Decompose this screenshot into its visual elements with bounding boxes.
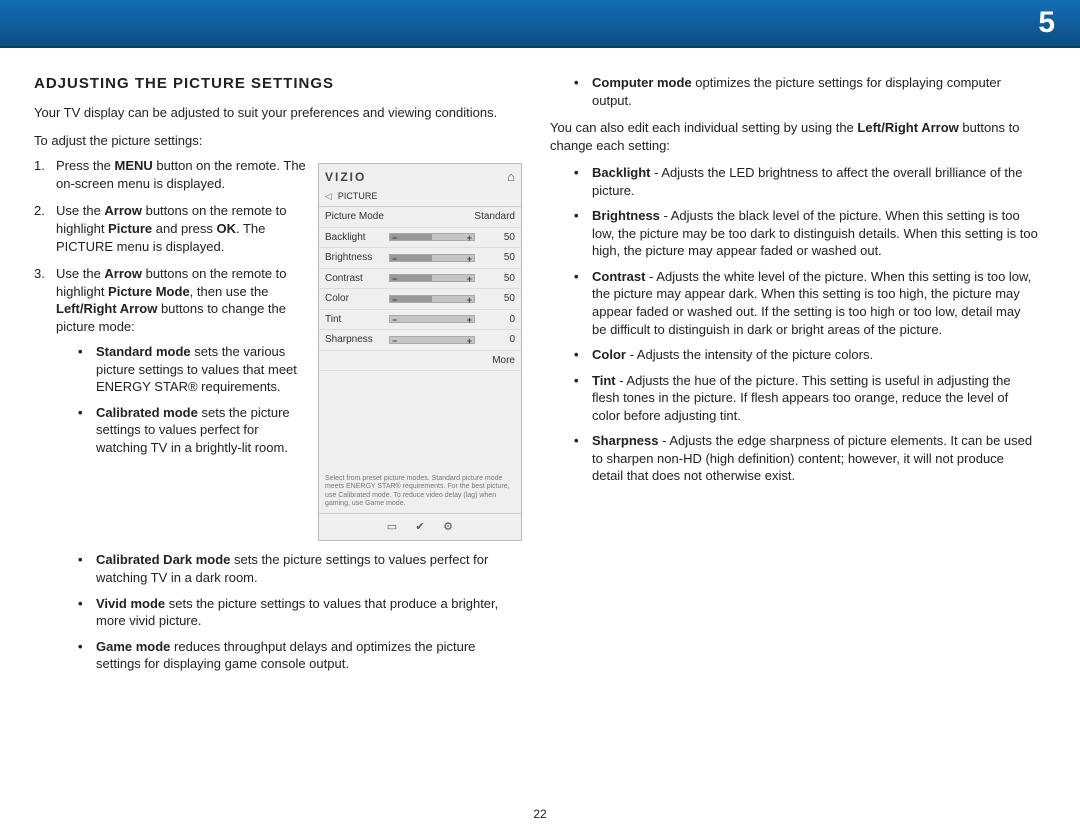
intro-text: Your TV display can be adjusted to suit … [34, 104, 522, 122]
osd-footer-icons: ▭ ✔ ⚙ [319, 513, 521, 541]
chapter-number: 5 [1038, 3, 1056, 44]
lead-text: To adjust the picture settings: [34, 132, 522, 150]
setting-contrast: Contrast - Adjusts the white level of th… [574, 268, 1038, 338]
left-column: ADJUSTING THE PICTURE SETTINGS Your TV d… [34, 74, 522, 681]
v-logo-icon: ✔ [411, 520, 429, 535]
mode-calibrated: Calibrated mode sets the picture setting… [78, 404, 358, 457]
setting-tint: Tint - Adjusts the hue of the picture. T… [574, 372, 1038, 425]
setting-color: Color - Adjusts the intensity of the pic… [574, 346, 1038, 364]
setting-sharpness: Sharpness - Adjusts the edge sharpness o… [574, 432, 1038, 485]
osd-footnote: Select from preset picture modes. Standa… [319, 471, 521, 513]
mode-calibrated-dark: Calibrated Dark mode sets the picture se… [78, 551, 522, 586]
mode-game: Game mode reduces throughput delays and … [78, 638, 522, 673]
mode-vivid: Vivid mode sets the picture settings to … [78, 595, 522, 630]
setting-backlight: Backlight - Adjusts the LED brightness t… [574, 164, 1038, 199]
chapter-banner: 5 [0, 0, 1080, 48]
wide-icon: ▭ [383, 520, 401, 535]
right-column: Computer mode optimizes the picture sett… [550, 74, 1038, 681]
gear-icon: ⚙ [439, 520, 457, 535]
section-heading: ADJUSTING THE PICTURE SETTINGS [34, 74, 522, 94]
mode-computer: Computer mode optimizes the picture sett… [574, 74, 1038, 109]
setting-brightness: Brightness - Adjusts the black level of … [574, 207, 1038, 260]
step-2: Use the Arrow buttons on the remote to h… [34, 202, 522, 255]
mode-standard: Standard mode sets the various picture s… [78, 343, 358, 396]
right-intro: You can also edit each individual settin… [550, 119, 1038, 154]
page-number: 22 [0, 806, 1080, 822]
step-3: Use the Arrow buttons on the remote to h… [34, 265, 522, 456]
step-1: Press the MENU button on the remote. The… [34, 157, 522, 192]
